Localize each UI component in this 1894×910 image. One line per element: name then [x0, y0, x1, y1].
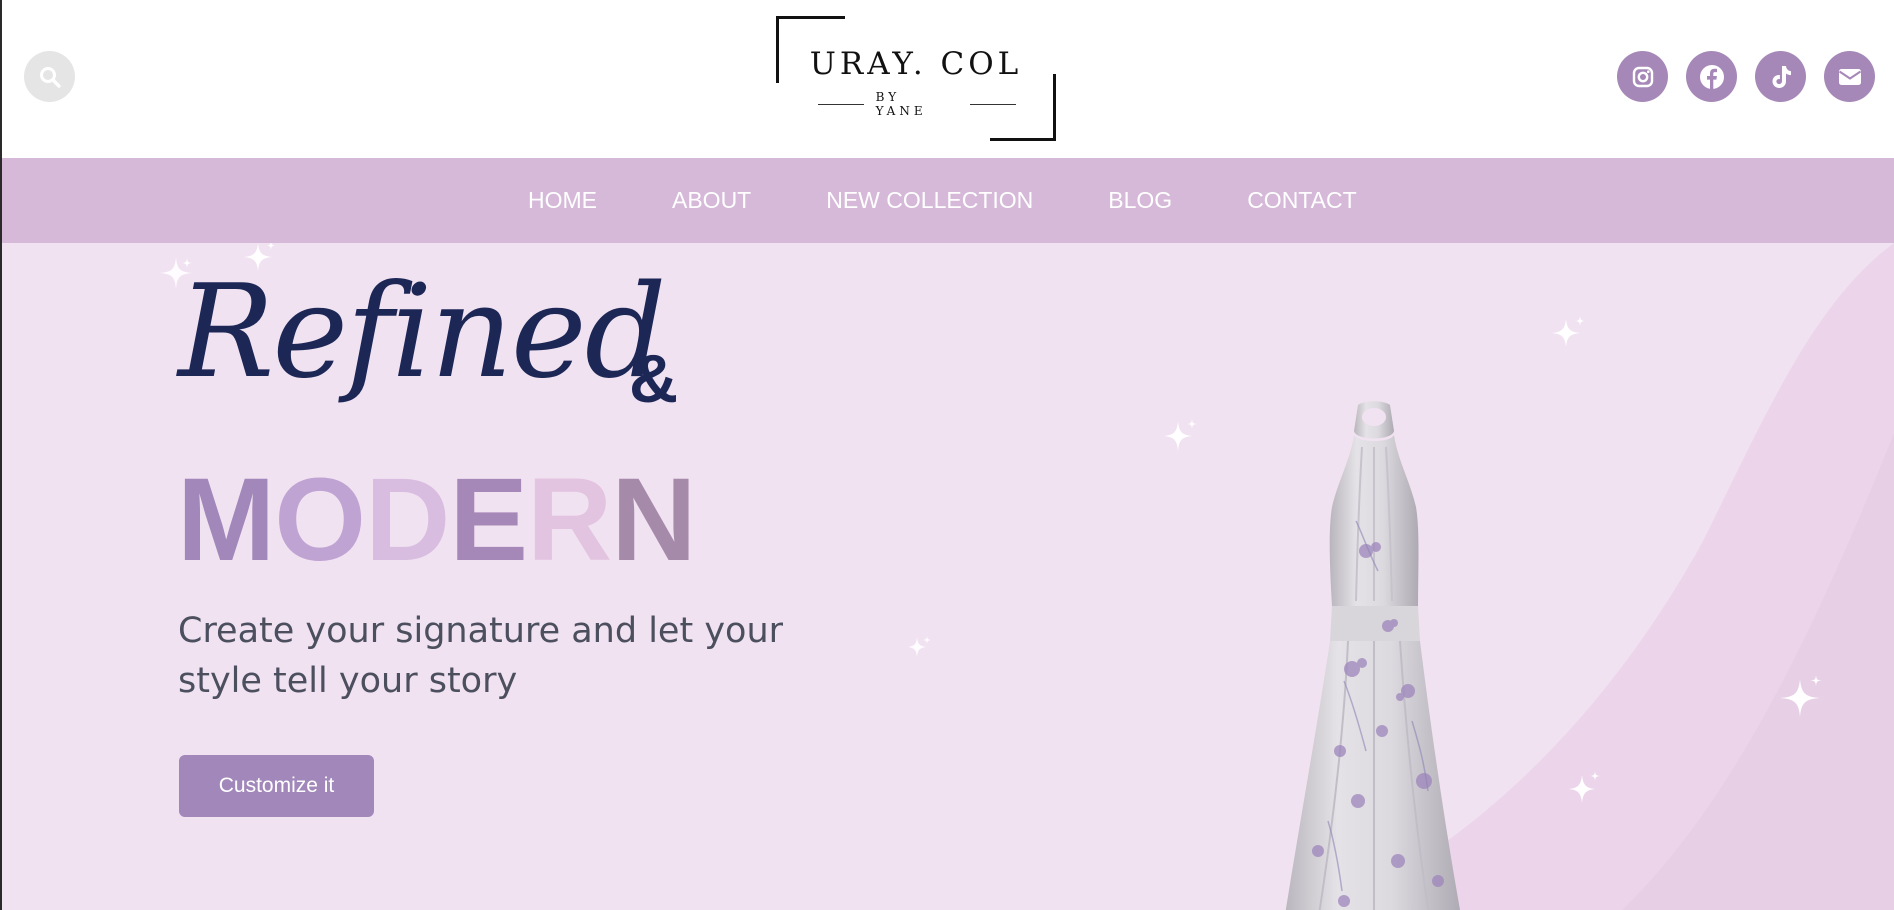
- nav-item-contact[interactable]: CONTACT: [1247, 187, 1356, 214]
- tiktok-button[interactable]: [1755, 51, 1806, 102]
- sparkle-icon: [1569, 771, 1600, 803]
- envelope-icon: [1838, 68, 1861, 85]
- headline-letter: R: [527, 454, 612, 586]
- nav-items: HOME ABOUT NEW COLLECTION BLOG CONTACT: [528, 158, 1357, 243]
- sparkle-icon: [1780, 675, 1822, 717]
- instagram-button[interactable]: [1617, 51, 1668, 102]
- hero-subtitle: Create your signature and let your style…: [178, 611, 784, 701]
- headline-script: Refined: [178, 258, 667, 407]
- sparkle-icon: [1164, 419, 1197, 451]
- site-header: URAY. COL BY YANE: [2, 0, 1894, 158]
- email-button[interactable]: [1824, 51, 1875, 102]
- headline-letter: M: [177, 454, 275, 586]
- facebook-button[interactable]: [1686, 51, 1737, 102]
- floral-dress-image: [1285, 401, 1461, 910]
- headline-letter: E: [449, 454, 528, 586]
- nav-item-about[interactable]: ABOUT: [672, 187, 751, 214]
- nav-item-new-collection[interactable]: NEW COLLECTION: [826, 187, 1033, 214]
- search-button[interactable]: [24, 51, 75, 102]
- sparkle-icon: [908, 636, 931, 657]
- tiktok-icon: [1772, 65, 1791, 88]
- headline-letter: D: [365, 454, 450, 586]
- logo-divider-right: [970, 103, 1017, 105]
- customize-button[interactable]: Customize it: [179, 755, 374, 817]
- main-nav: HOME ABOUT NEW COLLECTION BLOG CONTACT: [2, 158, 1894, 243]
- social-links: [1617, 51, 1875, 102]
- headline-letter: N: [611, 454, 696, 586]
- logo-divider-left: [818, 103, 864, 105]
- search-icon: [39, 66, 61, 88]
- headline-ampersand: &: [629, 341, 679, 417]
- headline-letter: O: [274, 454, 366, 586]
- sparkle-icon: [1552, 316, 1585, 347]
- nav-item-home[interactable]: HOME: [528, 187, 597, 214]
- headline-modern: MODERN: [177, 454, 696, 586]
- hero-section: Refined & MODERN Create your signature a…: [2, 243, 1894, 910]
- brand-logo[interactable]: URAY. COL BY YANE: [776, 16, 1056, 141]
- logo-tagline-row: BY YANE: [818, 90, 1017, 118]
- logo-name: URAY. COL: [809, 46, 1023, 82]
- facebook-icon: [1699, 64, 1724, 89]
- instagram-icon: [1632, 66, 1653, 87]
- nav-item-blog[interactable]: BLOG: [1108, 187, 1172, 214]
- logo-tagline: BY YANE: [875, 90, 927, 118]
